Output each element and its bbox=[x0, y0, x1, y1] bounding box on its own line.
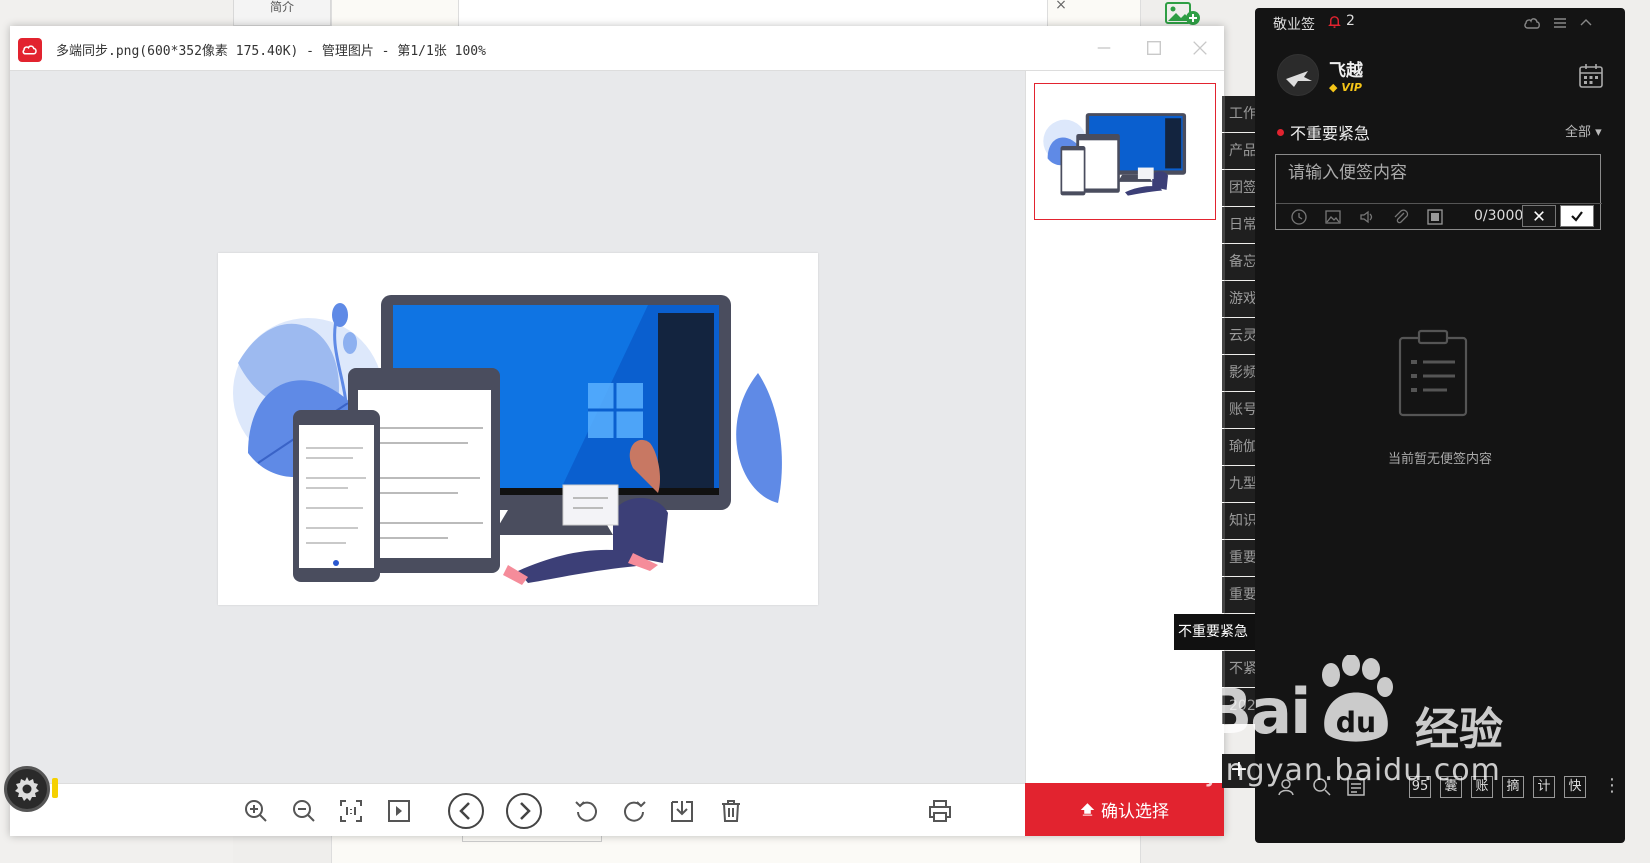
background-tab-label: 简介 bbox=[269, 0, 294, 14]
tool-button[interactable]: 计 bbox=[1533, 776, 1555, 798]
color-block-icon[interactable] bbox=[1426, 208, 1444, 226]
more-icon[interactable]: ⋮ bbox=[1603, 776, 1621, 796]
audio-icon[interactable] bbox=[1358, 208, 1376, 226]
char-counter: 0/3000 bbox=[1474, 208, 1524, 224]
tool-button[interactable]: 快 bbox=[1564, 776, 1586, 798]
vip-label: VIP bbox=[1341, 81, 1362, 94]
rotate-right-icon[interactable] bbox=[619, 796, 649, 826]
avatar[interactable] bbox=[1277, 54, 1319, 96]
thumbnail-panel bbox=[1025, 70, 1224, 783]
add-category-button[interactable]: + bbox=[1222, 754, 1256, 788]
previous-icon[interactable] bbox=[446, 791, 486, 831]
cloud-sync-icon[interactable] bbox=[1523, 14, 1541, 32]
confirm-button[interactable] bbox=[1560, 205, 1594, 227]
image-viewer bbox=[10, 70, 1025, 783]
current-category-label: 不重要紧急 bbox=[1290, 124, 1371, 143]
notes-app-panel: 敬业签 2 飞越 ◆ VIP 不重要紧急 全部 ▾ 请输入便签内容 0/3000… bbox=[1255, 8, 1625, 843]
dialog-title: 多端同步.png(600*352像素 175.40K) - 管理图片 - 第1/… bbox=[56, 44, 486, 59]
note-toolbar: 0/3000 bbox=[1276, 203, 1602, 229]
caret-down-icon: ▾ bbox=[1595, 125, 1602, 140]
upload-icon bbox=[1080, 803, 1095, 816]
add-image-icon[interactable] bbox=[1164, 0, 1204, 28]
collapse-icon[interactable] bbox=[1577, 14, 1595, 32]
menu-icon[interactable] bbox=[1551, 14, 1569, 32]
tool-button[interactable]: 账 bbox=[1471, 776, 1493, 798]
check-icon bbox=[1571, 211, 1583, 222]
minimize-icon[interactable] bbox=[1092, 36, 1116, 60]
tool-button[interactable]: 摘 bbox=[1502, 776, 1524, 798]
delete-icon[interactable] bbox=[716, 796, 746, 826]
fit-window-icon[interactable] bbox=[384, 796, 414, 826]
calendar-icon[interactable] bbox=[1577, 62, 1605, 90]
cloud-logo-icon bbox=[18, 38, 42, 62]
username: 飞越 bbox=[1329, 61, 1363, 81]
filter-label: 全部 bbox=[1565, 125, 1592, 140]
cancel-button[interactable] bbox=[1522, 205, 1556, 227]
background-bottom-tab bbox=[462, 836, 602, 842]
clock-icon[interactable] bbox=[1290, 208, 1308, 226]
actual-size-icon[interactable] bbox=[336, 796, 366, 826]
viewer-toolbar bbox=[10, 783, 1025, 836]
accent-marker bbox=[52, 778, 58, 798]
current-category: 不重要紧急 bbox=[1277, 120, 1370, 144]
preview-image[interactable] bbox=[218, 253, 818, 605]
notification-count: 2 bbox=[1346, 13, 1355, 29]
close-icon[interactable] bbox=[1188, 36, 1212, 60]
settings-button[interactable] bbox=[4, 766, 50, 812]
user-row: 飞越 ◆ VIP bbox=[1255, 48, 1625, 108]
dialog-titlebar: 多端同步.png(600*352像素 175.40K) - 管理图片 - 第1/… bbox=[10, 26, 1224, 70]
contacts-icon[interactable] bbox=[1277, 776, 1299, 798]
image-manager-dialog: 多端同步.png(600*352像素 175.40K) - 管理图片 - 第1/… bbox=[10, 26, 1224, 836]
confirm-select-button[interactable]: 确认选择 bbox=[1025, 783, 1224, 836]
background-close-icon[interactable]: × bbox=[1048, 0, 1074, 12]
print-icon[interactable] bbox=[925, 796, 955, 826]
bell-icon bbox=[1328, 15, 1341, 28]
app-title: 敬业签 bbox=[1273, 17, 1315, 33]
app-header: 敬业签 2 bbox=[1255, 8, 1625, 38]
rotate-left-icon[interactable] bbox=[572, 796, 602, 826]
background-tab[interactable]: 简介 bbox=[233, 0, 331, 26]
tool-button[interactable]: 囊 bbox=[1440, 776, 1462, 798]
category-tab-active[interactable]: 不重要紧急 bbox=[1171, 614, 1260, 650]
tool-button[interactable]: 95 bbox=[1409, 776, 1431, 798]
empty-state-text: 当前暂无便签内容 bbox=[1387, 452, 1492, 467]
attachment-icon[interactable] bbox=[1392, 208, 1410, 226]
diamond-icon: ◆ bbox=[1329, 81, 1338, 94]
maximize-icon[interactable] bbox=[1142, 36, 1166, 60]
background-document-header bbox=[458, 0, 1048, 26]
clipboard-icon bbox=[1397, 328, 1469, 418]
vip-badge: ◆ VIP bbox=[1329, 81, 1362, 94]
thumbnail-item[interactable] bbox=[1034, 83, 1216, 220]
notification-button[interactable]: 2 bbox=[1327, 13, 1355, 29]
category-dot bbox=[1277, 128, 1284, 136]
search-icon[interactable] bbox=[1311, 776, 1333, 798]
zoom-in-icon[interactable] bbox=[241, 796, 271, 826]
note-editor: 0/3000 bbox=[1275, 154, 1602, 230]
app-bottom-bar: 95 囊 账 摘 计 快 ⋮ bbox=[1255, 768, 1625, 808]
filter-dropdown[interactable]: 全部 ▾ bbox=[1565, 121, 1602, 140]
image-icon[interactable] bbox=[1324, 208, 1342, 226]
zoom-out-icon[interactable] bbox=[289, 796, 319, 826]
note-input[interactable] bbox=[1288, 163, 1588, 183]
gear-icon bbox=[15, 777, 39, 801]
note-list-icon[interactable] bbox=[1345, 776, 1367, 798]
next-icon[interactable] bbox=[504, 791, 544, 831]
close-icon bbox=[1534, 211, 1544, 221]
confirm-select-label: 确认选择 bbox=[1101, 802, 1169, 822]
save-icon[interactable] bbox=[667, 796, 697, 826]
